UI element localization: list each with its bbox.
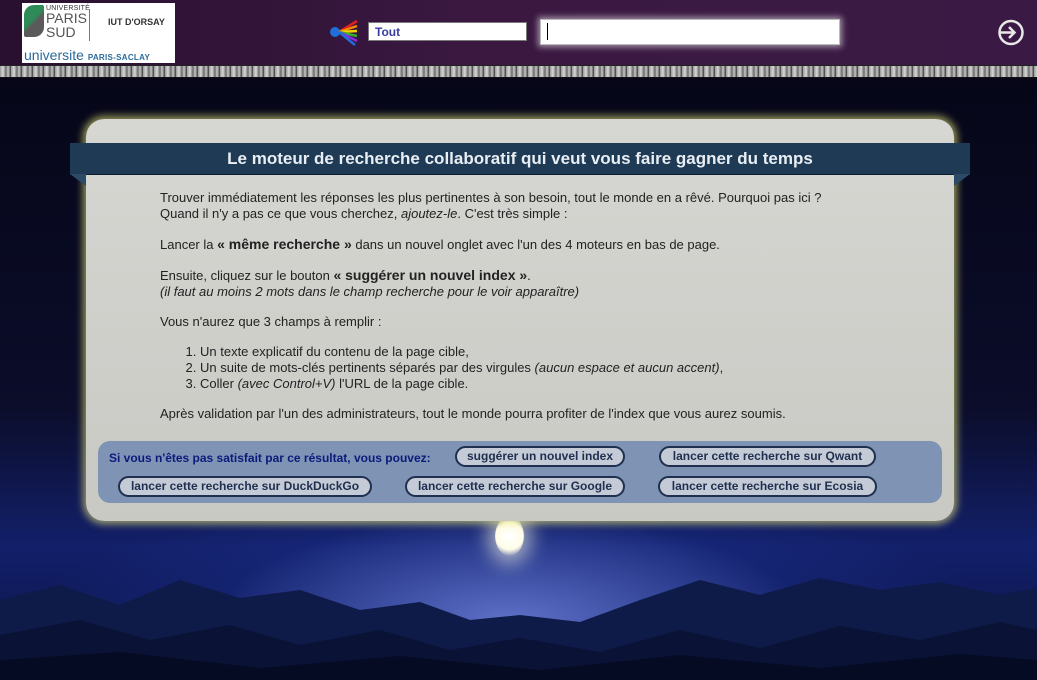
field-3-text-b: l'URL de la page cible. — [335, 376, 469, 391]
search-ecosia-button[interactable]: lancer cette recherche sur Ecosia — [658, 476, 877, 497]
step-suggest-paragraph: Ensuite, cliquez sur le bouton « suggére… — [160, 267, 920, 300]
list-item: Un texte explicatif du contenu de la pag… — [200, 344, 920, 360]
logo-text-sud: SUD — [46, 24, 76, 40]
moon-image — [495, 516, 524, 556]
field-1-text: Un texte explicatif du contenu de la pag… — [200, 344, 469, 359]
suggest-index-button[interactable]: suggérer un nouvel index — [455, 446, 625, 467]
field-3-text-a: Coller — [200, 376, 238, 391]
chain-divider — [0, 65, 1037, 78]
validation-paragraph: Après validation par l'un des administra… — [160, 406, 786, 421]
field-2-text-a: Un suite de mots-clés pertinents séparés… — [200, 360, 535, 375]
mountain-landscape — [0, 578, 1037, 680]
intro-paragraph: Trouver immédiatement les réponses les p… — [160, 190, 920, 222]
suggest-text-a: Ensuite, cliquez sur le bouton — [160, 268, 334, 283]
ribbon-fold-left — [70, 174, 86, 186]
logo-text-iut: IUT D'ORSAY — [108, 17, 165, 27]
top-header: UNIVERSITÉ PARIS SUD IUT D'ORSAY univers… — [0, 0, 1037, 66]
text-caret — [547, 23, 548, 41]
ribbon-fold-right — [954, 174, 970, 186]
alternatives-label: Si vous n'êtes pas satisfait par ce résu… — [109, 451, 431, 465]
fields-list: Un texte explicatif du contenu de la pag… — [160, 344, 920, 392]
title-ribbon: Le moteur de recherche collaboratif qui … — [70, 143, 970, 174]
category-select[interactable]: Tout — [368, 22, 527, 41]
search-qwant-button[interactable]: lancer cette recherche sur Qwant — [659, 446, 876, 467]
search-duckduckgo-button[interactable]: lancer cette recherche sur DuckDuckGo — [118, 476, 372, 497]
multicolor-engines-icon[interactable] — [329, 17, 359, 47]
instructions-content: Trouver immédiatement les réponses les p… — [160, 190, 920, 436]
launch-text-a: Lancer la — [160, 237, 218, 252]
page-title: Le moteur de recherche collaboratif qui … — [227, 149, 813, 168]
search-google-button[interactable]: lancer cette recherche sur Google — [405, 476, 625, 497]
intro-line-2a: Quand il n'y a pas ce que vous cherchez, — [160, 206, 401, 221]
logo-text-paris-saclay: PARIS-SACLAY — [87, 53, 151, 62]
university-logo[interactable]: UNIVERSITÉ PARIS SUD IUT D'ORSAY univers… — [22, 3, 175, 63]
intro-line-2b: . C'est très simple : — [457, 206, 568, 221]
field-2-text-em: (aucun espace et aucun accent) — [534, 360, 720, 375]
list-item: Coller (avec Control+V) l'URL de la page… — [200, 376, 920, 392]
launch-text-bold: « même recherche » — [217, 236, 352, 252]
suggest-text-c: . — [527, 268, 531, 283]
launch-text-c: dans un nouvel onglet avec l'un des 4 mo… — [351, 237, 720, 252]
list-item: Un suite de mots-clés pertinents séparés… — [200, 360, 920, 376]
category-select-value: Tout — [375, 25, 401, 39]
intro-line-2-em: ajoutez-le — [400, 206, 458, 221]
suggest-note: (il faut au moins 2 mots dans le champ r… — [160, 284, 580, 299]
intro-line-1: Trouver immédiatement les réponses les p… — [160, 190, 822, 205]
logo-text-universite: universite — [24, 47, 84, 63]
suggest-text-bold: « suggérer un nouvel index » — [333, 267, 528, 283]
search-input[interactable] — [540, 19, 840, 45]
step-launch-paragraph: Lancer la « même recherche » dans un nou… — [160, 236, 920, 253]
fields-intro: Vous n'aurez que 3 champs à remplir : — [160, 314, 382, 329]
logo-saclay: universite PARIS-SACLAY — [24, 47, 150, 63]
login-icon[interactable] — [997, 19, 1024, 46]
field-3-text-em: (avec Control+V) — [237, 376, 336, 391]
logo-divider — [89, 9, 90, 41]
field-2-text-b: , — [719, 360, 724, 375]
logo-s-mark — [24, 5, 44, 37]
